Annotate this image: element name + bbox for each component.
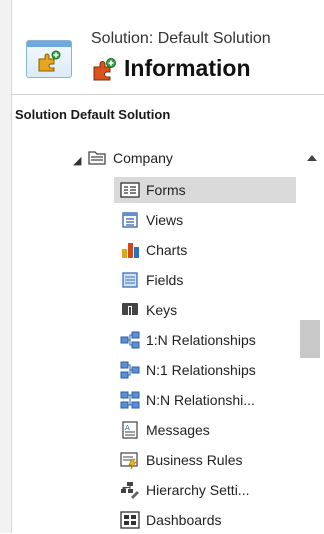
tree-item-messages[interactable]: A Messages — [120, 416, 210, 444]
solution-subtitle: Solution: Default Solution — [91, 30, 271, 47]
tree-item-business-rules[interactable]: Business Rules — [120, 446, 243, 474]
entity-component-tree: Forms Views Charts Fields Keys 1:N Relat… — [12, 140, 324, 533]
messages-icon: A — [120, 421, 140, 439]
tree-item-label: Hierarchy Setti... — [146, 482, 250, 498]
tree-item-label: N:N Relationshi... — [146, 392, 255, 408]
tree-item-label: Fields — [146, 272, 184, 288]
window-frame-left — [0, 0, 12, 533]
puzzle-icon — [38, 50, 61, 72]
tree-item-label: Charts — [146, 242, 188, 258]
tree-item-fields[interactable]: Fields — [120, 266, 183, 294]
header: Solution: Default Solution Information — [12, 0, 324, 94]
dashboards-icon — [120, 511, 140, 529]
tree-item-keys[interactable]: Keys — [120, 296, 177, 324]
tree-item-label: Business Rules — [146, 452, 243, 468]
charts-icon — [120, 241, 140, 259]
tree-item-label: Views — [146, 212, 184, 228]
views-icon — [120, 211, 140, 229]
many-to-one-icon — [120, 361, 140, 379]
information-icon — [93, 58, 116, 81]
tree-item-dashboards[interactable]: Dashboards — [120, 506, 222, 534]
hierarchy-icon — [120, 481, 140, 499]
tree-item-one-to-many[interactable]: 1:N Relationships — [120, 326, 256, 354]
tree-item-label: Keys — [146, 302, 178, 318]
business-rules-icon — [120, 451, 140, 469]
tree-item-many-to-one[interactable]: N:1 Relationships — [120, 356, 256, 384]
tree-item-hierarchy-settings[interactable]: Hierarchy Setti... — [120, 476, 249, 504]
one-to-many-icon — [120, 331, 140, 349]
tree-item-label: Messages — [146, 422, 210, 438]
solution-logo — [26, 40, 72, 78]
tree-item-label: 1:N Relationships — [146, 332, 256, 348]
fields-icon — [120, 271, 140, 289]
tree-item-many-to-many[interactable]: N:N Relationshi... — [120, 386, 255, 414]
tree-item-label: Forms — [146, 182, 186, 198]
many-to-many-icon — [120, 391, 140, 409]
solution-name-label: Solution Default Solution — [15, 107, 171, 122]
tree-item-views[interactable]: Views — [120, 206, 183, 234]
tree-item-charts[interactable]: Charts — [120, 236, 187, 264]
tree-item-label: Dashboards — [146, 512, 222, 528]
page-title: Information — [124, 55, 251, 81]
header-divider — [12, 94, 324, 95]
svg-text:A: A — [125, 424, 130, 432]
forms-icon — [120, 181, 140, 199]
keys-icon — [120, 301, 140, 319]
tree-item-label: N:1 Relationships — [146, 362, 256, 378]
tree-item-forms[interactable]: Forms — [114, 176, 296, 204]
